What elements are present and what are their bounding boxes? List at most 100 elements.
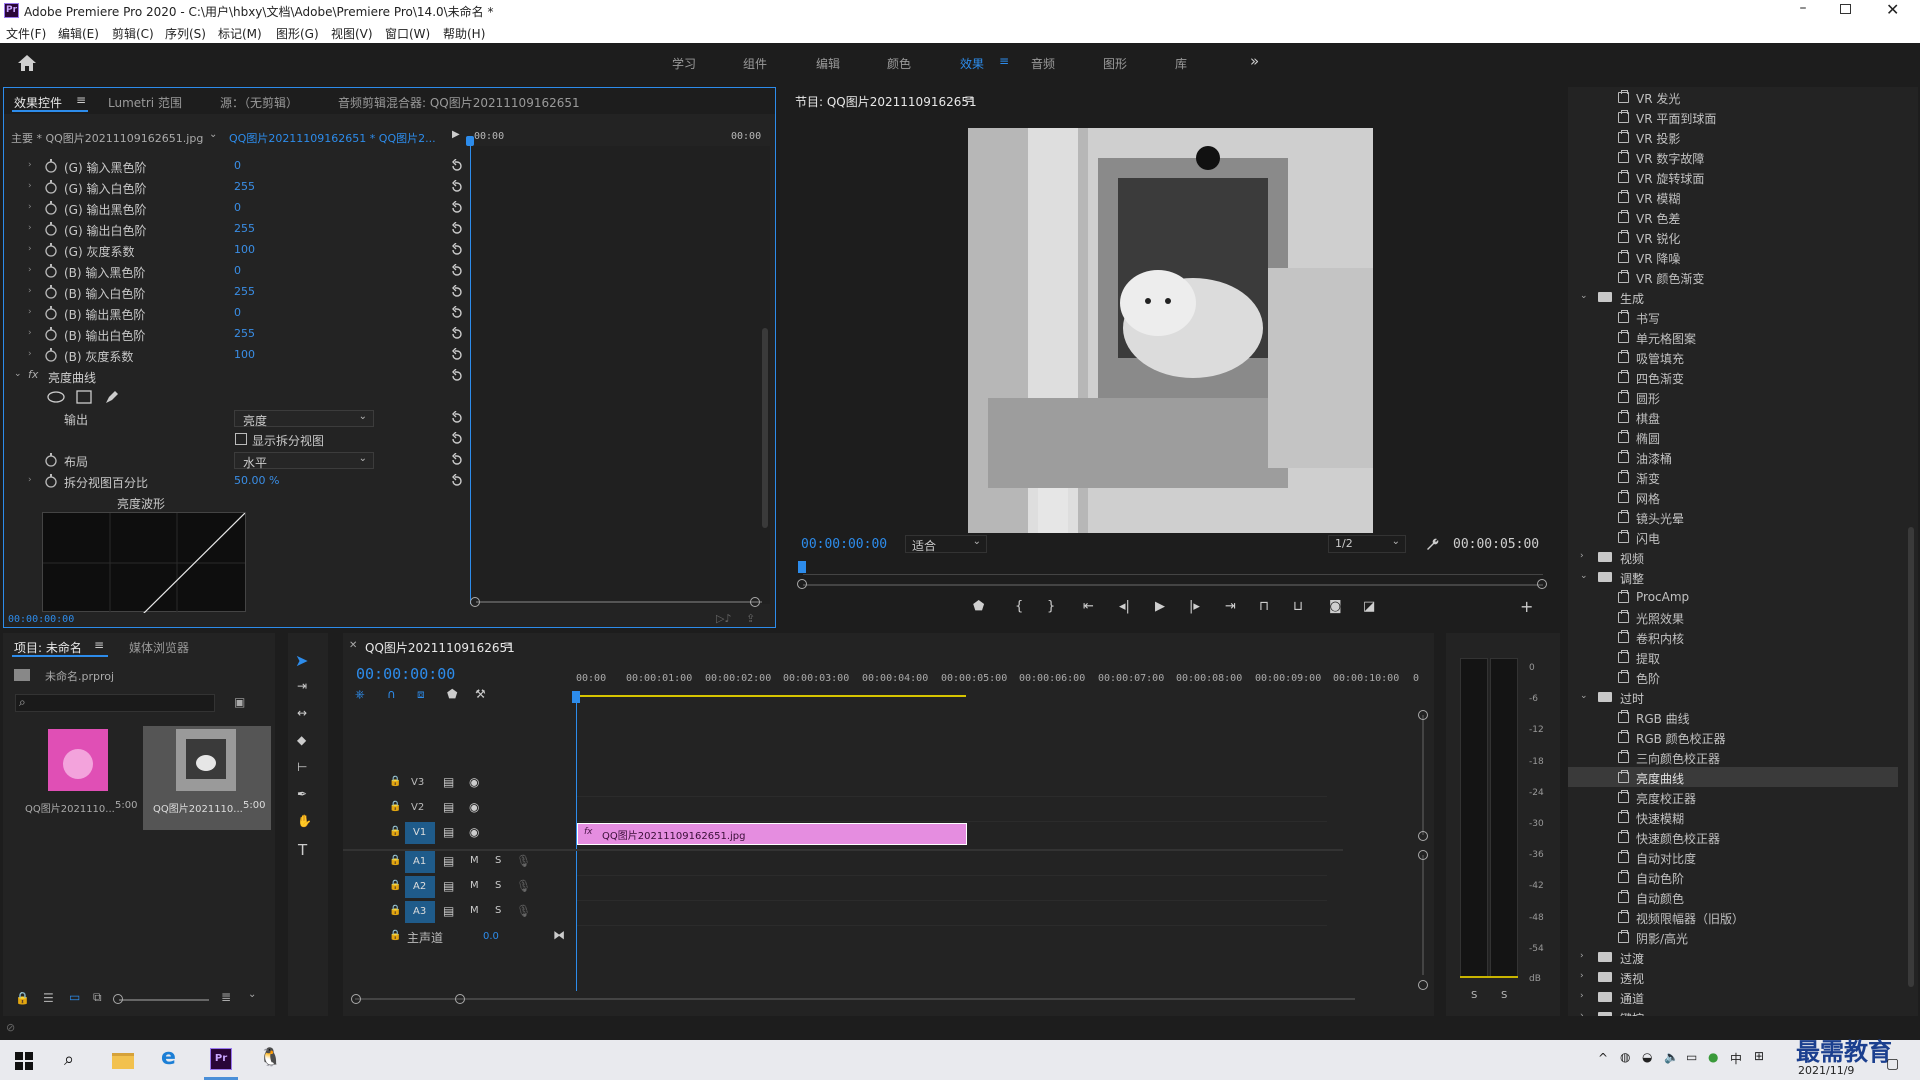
video-clip[interactable]: fx QQ图片20211109162651.jpg	[577, 823, 967, 845]
tray-qq-icon[interactable]: ◒	[1642, 1050, 1652, 1064]
mark-out-icon[interactable]: }	[1047, 599, 1055, 614]
sort-icon[interactable]: ≣	[221, 990, 231, 1004]
effect-item[interactable]: 单元格图案	[1568, 327, 1898, 347]
effect-item[interactable]: 椭圆	[1568, 427, 1898, 447]
effect-item[interactable]: 视频限幅器（旧版）	[1568, 907, 1898, 927]
menu-marker[interactable]: 标记(M)	[218, 25, 262, 42]
luma-curve-graph[interactable]	[42, 512, 246, 613]
param-value[interactable]: 0	[234, 264, 241, 277]
reset-icon[interactable]	[450, 222, 464, 236]
effect-item[interactable]: 阴影/高光	[1568, 927, 1898, 947]
program-ruler[interactable]	[803, 563, 1543, 575]
fit-dropdown[interactable]: 适合 ⌄	[905, 535, 987, 553]
timeline-settings-icon[interactable]: ⚒	[475, 687, 486, 701]
extract-icon[interactable]: ⊔	[1293, 599, 1303, 614]
slip-tool-icon[interactable]: ⊢	[297, 760, 323, 786]
layout-dropdown[interactable]: 水平 ⌄	[234, 452, 374, 470]
step-back-icon[interactable]: ◂|	[1119, 599, 1130, 614]
track-label[interactable]: A2	[413, 881, 426, 892]
mini-playhead-handle[interactable]	[466, 136, 474, 146]
go-to-in-icon[interactable]: ⇤	[1083, 599, 1094, 614]
vscroll-handle[interactable]	[1418, 980, 1428, 990]
stopwatch-icon[interactable]	[44, 180, 58, 194]
expand-arrow-icon[interactable]: ›	[28, 265, 32, 275]
stopwatch-icon[interactable]	[44, 243, 58, 257]
play-arrow-icon[interactable]: ▶	[452, 129, 460, 140]
mute-button[interactable]: M	[470, 905, 479, 916]
effect-item[interactable]: RGB 曲线	[1568, 707, 1898, 727]
share-icon[interactable]: ⇪	[746, 612, 755, 625]
folder-obsolete[interactable]: ⌄ 过时	[1568, 687, 1898, 707]
project-search-input[interactable]: ⌕	[15, 694, 215, 712]
menu-clip[interactable]: 剪辑(C)	[112, 25, 154, 42]
step-forward-icon[interactable]: |▸	[1189, 599, 1200, 614]
program-scrollbar[interactable]	[803, 584, 1543, 586]
effect-item[interactable]: VR 投影	[1568, 127, 1898, 147]
workspace-tab-editing[interactable]: 编辑	[816, 55, 840, 72]
track-label[interactable]: A1	[413, 856, 426, 867]
hscroll-handle-right[interactable]	[455, 994, 465, 1004]
timeline-playhead-handle[interactable]	[572, 691, 580, 703]
effect-item[interactable]: 卷积内核	[1568, 627, 1898, 647]
effect-item[interactable]: 棋盘	[1568, 407, 1898, 427]
expand-arrow-icon[interactable]: ›	[28, 349, 32, 359]
home-icon[interactable]	[17, 54, 37, 72]
effect-item[interactable]: VR 模糊	[1568, 187, 1898, 207]
film-toggle-icon[interactable]: ▤	[443, 800, 454, 814]
effect-item[interactable]: VR 平面到球面	[1568, 107, 1898, 127]
effect-item[interactable]: VR 锐化	[1568, 227, 1898, 247]
tab-project[interactable]: 项目: 未命名	[14, 639, 82, 656]
effect-item[interactable]: VR 降噪	[1568, 247, 1898, 267]
program-title[interactable]: 节目: QQ图片20211109162651	[795, 93, 977, 110]
windows-start-icon[interactable]	[15, 1052, 33, 1070]
expand-arrow-icon[interactable]: ›	[28, 202, 32, 212]
workspace-tab-audio[interactable]: 音频	[1031, 55, 1055, 72]
timeline-timecode[interactable]: 00:00:00:00	[356, 665, 455, 683]
effect-item[interactable]: 网格	[1568, 487, 1898, 507]
panel-menu-icon[interactable]: ≡	[503, 638, 513, 652]
param-value[interactable]: 255	[234, 180, 255, 193]
film-toggle-icon[interactable]: ▤	[443, 904, 454, 918]
chevron-down-icon[interactable]: ⌄	[209, 129, 217, 140]
lock-icon[interactable]: 🔒	[389, 930, 401, 941]
stopwatch-icon[interactable]	[44, 474, 58, 488]
notification-icon[interactable]: ▢	[1886, 1056, 1899, 1072]
rectangle-mask-icon[interactable]	[76, 390, 92, 404]
folder-transition[interactable]: › 过渡	[1568, 947, 1898, 967]
tray-green-icon[interactable]: ●	[1708, 1050, 1718, 1064]
reset-icon[interactable]	[450, 411, 464, 425]
expand-arrow-icon[interactable]: ›	[28, 286, 32, 296]
film-toggle-icon[interactable]: ▤	[443, 825, 454, 839]
premiere-taskbar-icon[interactable]: Pr	[210, 1048, 232, 1070]
workspace-tab-graphics[interactable]: 图形	[1103, 55, 1127, 72]
timeline-ruler[interactable]: 00:00 00:00:01:00 00:00:02:00 00:00:03:0…	[576, 673, 1346, 701]
minimize-button[interactable]: –	[1796, 0, 1810, 22]
menu-file[interactable]: 文件(F)	[6, 25, 46, 42]
network-icon[interactable]: ▭	[1686, 1050, 1697, 1064]
zoom-slider-handle[interactable]	[113, 994, 123, 1004]
effect-item[interactable]: 色阶	[1568, 667, 1898, 687]
expand-arrow-icon[interactable]: ›	[28, 307, 32, 317]
hand-tool-icon[interactable]: ✋	[297, 814, 323, 840]
tab-source[interactable]: 源：（无剪辑）	[220, 94, 298, 111]
split-view-checkbox[interactable]	[235, 433, 247, 445]
effect-item[interactable]: VR 旋转球面	[1568, 167, 1898, 187]
vscroll-handle[interactable]	[1418, 850, 1428, 860]
solo-button[interactable]: S	[495, 855, 501, 866]
expand-arrow-icon[interactable]: ›	[28, 181, 32, 191]
stopwatch-icon[interactable]	[44, 285, 58, 299]
effect-item[interactable]: 四色渐变	[1568, 367, 1898, 387]
param-value[interactable]: 100	[234, 348, 255, 361]
param-value[interactable]: 0	[234, 306, 241, 319]
tab-media-browser[interactable]: 媒体浏览器	[129, 639, 189, 656]
reset-icon[interactable]	[450, 201, 464, 215]
scroll-handle-right[interactable]	[1537, 579, 1547, 589]
stopwatch-icon[interactable]	[44, 159, 58, 173]
search-icon[interactable]: ⌕	[64, 1049, 74, 1070]
effect-item[interactable]: 自动色阶	[1568, 867, 1898, 887]
sequence-tab[interactable]: QQ图片20211109162651	[365, 639, 515, 656]
effect-item[interactable]: 三向颜色校正器	[1568, 747, 1898, 767]
reset-icon[interactable]	[450, 306, 464, 320]
effect-item[interactable]: 光照效果	[1568, 607, 1898, 627]
program-playhead[interactable]	[798, 561, 806, 573]
